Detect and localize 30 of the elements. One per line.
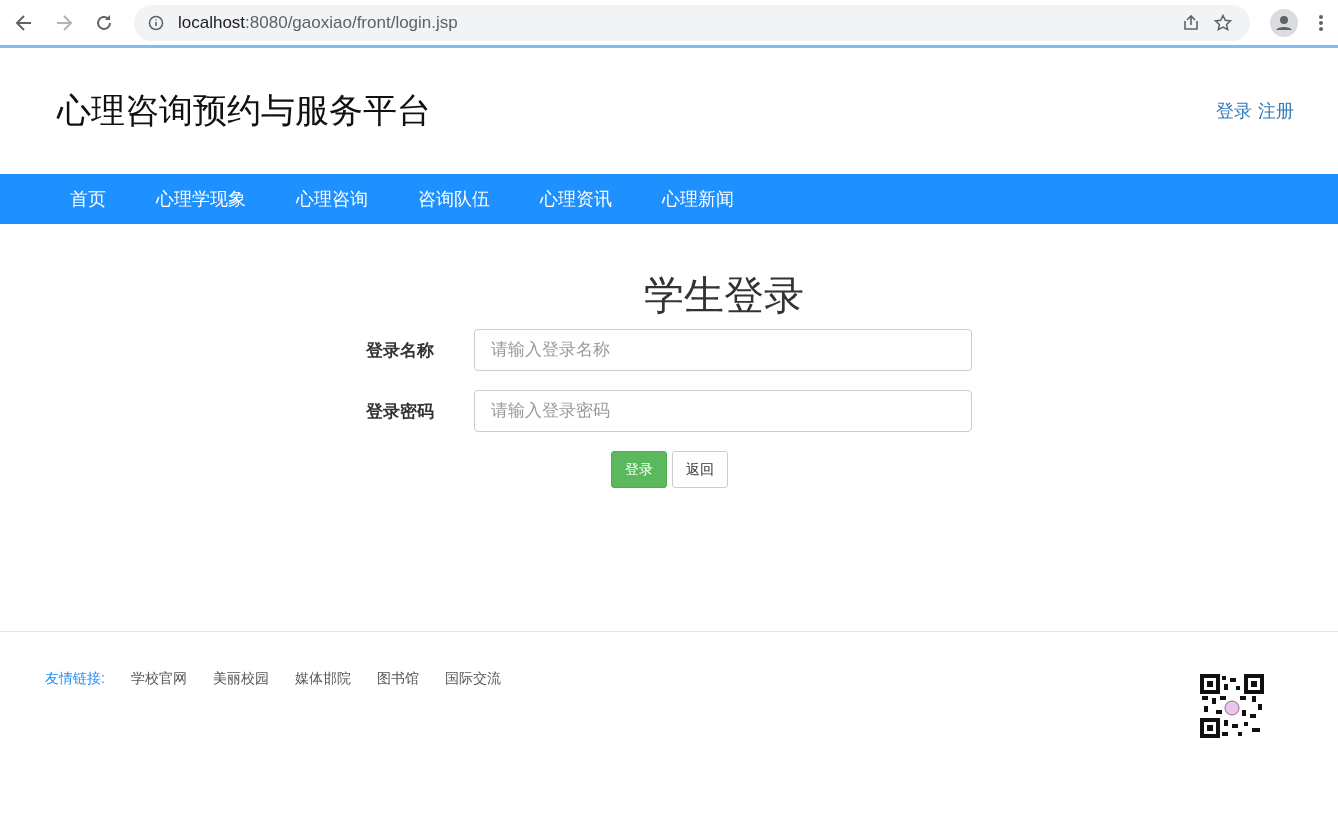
url-text: localhost:8080/gaoxiao/front/login.jsp xyxy=(178,12,458,33)
footer-link[interactable]: 媒体邯院 xyxy=(294,670,351,688)
footer-link[interactable]: 图书馆 xyxy=(376,670,419,688)
nav-item[interactable]: 心理新闻 xyxy=(637,174,759,224)
header-link[interactable]: 登录 xyxy=(1216,99,1252,123)
field-label: 登录密码 xyxy=(366,400,434,423)
info-icon[interactable] xyxy=(148,14,164,31)
input-field[interactable]: 请输入登录密码 xyxy=(474,390,972,432)
profile-icon[interactable] xyxy=(1270,8,1298,37)
nav-item[interactable]: 心理学现象 xyxy=(131,174,271,224)
field-label: 登录名称 xyxy=(366,339,434,362)
nav-item[interactable]: 首页 xyxy=(45,174,131,224)
input-field[interactable]: 请输入登录名称 xyxy=(474,329,972,371)
footer-link[interactable]: 国际交流 xyxy=(444,670,501,688)
nav-item[interactable]: 咨询队伍 xyxy=(393,174,515,224)
footer-link[interactable]: 美丽校园 xyxy=(212,670,269,688)
back-icon[interactable] xyxy=(14,12,34,33)
back-button[interactable]: 返回 xyxy=(671,451,728,488)
nav-item[interactable]: 心理咨询 xyxy=(271,174,393,224)
site-title: 心理咨询预约与服务平台 xyxy=(57,90,431,131)
footer-link[interactable]: 学校官网 xyxy=(130,670,187,688)
menu-icon[interactable] xyxy=(1318,13,1324,32)
header-link[interactable]: 注册 xyxy=(1258,99,1294,123)
login-button[interactable]: 登录 xyxy=(610,451,667,488)
links-label: 友情链接: xyxy=(45,670,105,688)
login-title: 学生登录 xyxy=(644,272,804,319)
address-bar[interactable]: localhost:8080/gaoxiao/front/login.jsp xyxy=(134,4,1250,41)
share-icon[interactable] xyxy=(1182,13,1200,32)
nav-item[interactable]: 心理资讯 xyxy=(515,174,637,224)
star-icon[interactable] xyxy=(1214,13,1232,32)
